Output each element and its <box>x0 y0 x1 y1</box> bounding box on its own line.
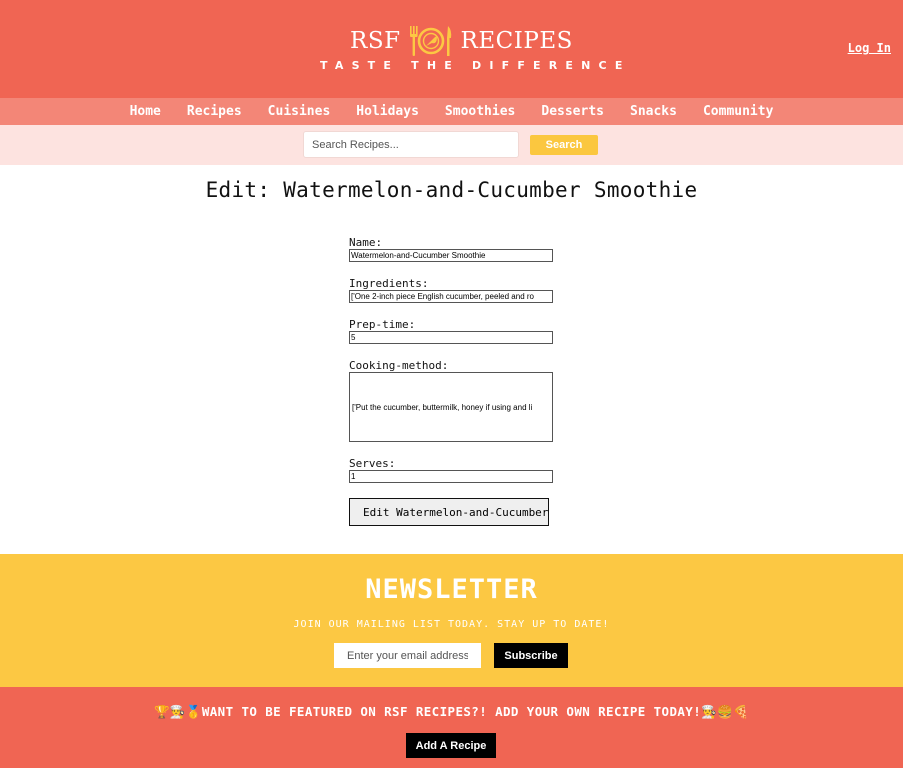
feature-banner-text: 🏆👨‍🍳🥇WANT TO BE FEATURED ON RSF RECIPES?… <box>153 704 750 719</box>
feature-banner: 🏆👨‍🍳🥇WANT TO BE FEATURED ON RSF RECIPES?… <box>0 687 903 768</box>
logo-row: RSF RECIPES <box>350 24 573 58</box>
nav-item-community[interactable]: Community <box>690 98 786 125</box>
ingredients-label: Ingredients: <box>349 277 429 290</box>
search-button[interactable]: Search <box>530 135 598 155</box>
nav-item-smoothies[interactable]: Smoothies <box>432 98 528 125</box>
plate-fork-knife-icon <box>409 26 451 56</box>
cooking-method-label: Cooking-method: <box>349 359 449 372</box>
newsletter-email-input[interactable] <box>334 643 481 668</box>
preptime-field[interactable] <box>349 331 553 344</box>
site-tagline: TASTE THE DIFFERENCE <box>320 59 631 72</box>
login-link[interactable]: Log In <box>848 41 891 55</box>
search-input[interactable] <box>303 131 519 158</box>
main-nav: Home Recipes Cuisines Holidays Smoothies… <box>0 98 903 125</box>
serves-label: Serves: <box>349 457 396 470</box>
nav-item-holidays[interactable]: Holidays <box>343 98 432 125</box>
newsletter-section: NEWSLETTER JOIN OUR MAILING LIST TODAY. … <box>0 554 903 687</box>
nav-item-snacks[interactable]: Snacks <box>617 98 690 125</box>
edit-recipe-submit-button[interactable]: Edit Watermelon-and-Cucumber Smoothie <box>349 498 549 526</box>
site-logo[interactable]: RSF RECIPES TASTE THE DIFFERENCE <box>320 22 631 78</box>
cooking-method-textarea[interactable]: ['Put the cucumber, buttermilk, honey if… <box>349 372 553 442</box>
name-label: Name: <box>349 236 383 249</box>
cooking-method-value: ['Put the cucumber, buttermilk, honey if… <box>352 402 533 412</box>
serves-field[interactable] <box>349 470 553 483</box>
nav-item-recipes[interactable]: Recipes <box>174 98 255 125</box>
logo-word-right: RECIPES <box>460 28 573 54</box>
nav-item-cuisines[interactable]: Cuisines <box>255 98 344 125</box>
logo-word-left: RSF <box>350 28 401 54</box>
name-field[interactable] <box>349 249 553 262</box>
nav-item-home[interactable]: Home <box>117 98 174 125</box>
subscribe-button[interactable]: Subscribe <box>494 643 568 668</box>
add-recipe-button[interactable]: Add A Recipe <box>406 733 496 758</box>
preptime-label: Prep-time: <box>349 318 416 331</box>
nav-item-desserts[interactable]: Desserts <box>528 98 617 125</box>
page-title: Edit: Watermelon-and-Cucumber Smoothie <box>205 178 698 202</box>
newsletter-subtitle: JOIN OUR MAILING LIST TODAY. STAY UP TO … <box>293 619 610 630</box>
site-header: RSF RECIPES TASTE THE DIFFERENCE Log In <box>0 0 903 98</box>
ingredients-field[interactable] <box>349 290 553 303</box>
newsletter-title: NEWSLETTER <box>365 574 538 605</box>
search-bar: Search <box>0 125 903 165</box>
